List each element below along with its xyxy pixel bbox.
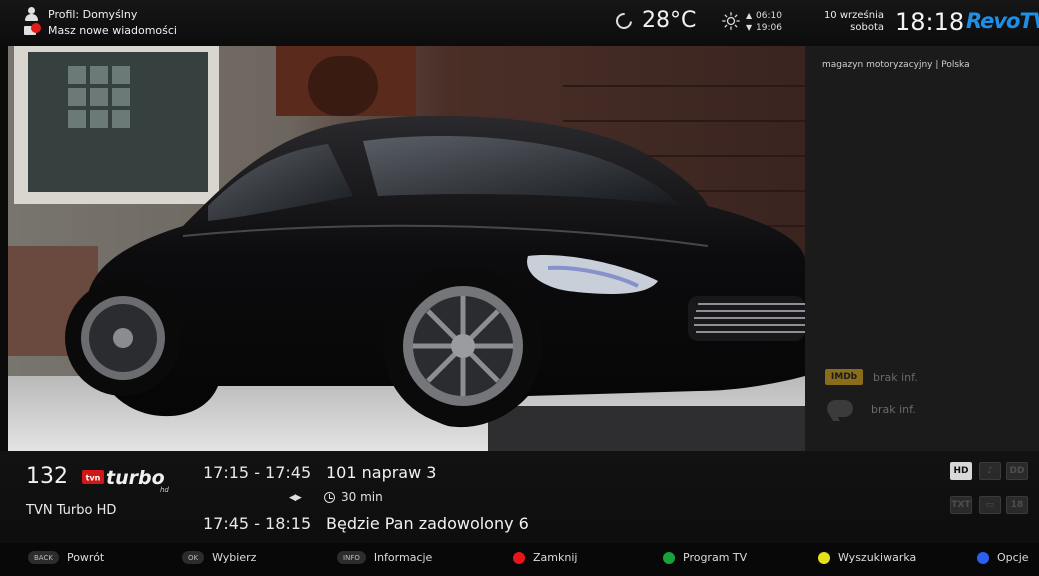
ok-key-hint[interactable]: OK Wybierz [182, 551, 256, 564]
blue-key-label: Opcje [997, 551, 1029, 564]
imdb-rating: IMDb brak inf. [825, 369, 918, 385]
logo-hd-text: hd [160, 486, 169, 493]
weather-widget: 28°C ▲ 06:10 ▼ 19:06 [612, 8, 782, 33]
sunrise-arrow-icon: ▲ [746, 11, 753, 20]
yellow-button-icon [818, 551, 830, 564]
ok-key-badge: OK [182, 551, 205, 564]
clock-icon [324, 491, 335, 503]
back-key-hint[interactable]: BACK Powrót [28, 551, 104, 564]
info-key-badge: INFO [337, 551, 366, 564]
profile-label: Profil: Domyślny [48, 7, 138, 21]
left-right-arrows-icon[interactable]: ◀▶ [289, 493, 302, 503]
messages-label[interactable]: Masz nowe wiadomości [48, 24, 177, 37]
reviews-rating: brak inf. [825, 398, 916, 421]
channel-number: 132 [26, 464, 68, 489]
program-duration: 30 min [324, 490, 383, 504]
teletext-flag-icon: TXT [950, 496, 972, 514]
date-display: 10 września sobota [818, 10, 884, 34]
ok-key-label: Wybierz [212, 551, 257, 564]
red-key-hint[interactable]: Zamknij [513, 551, 577, 564]
subtitles-flag-icon: ▭ [979, 496, 1001, 514]
blue-key-hint[interactable]: Opcje [977, 551, 1029, 564]
logo-tvn-text: tvn [86, 474, 101, 483]
imdb-logo-icon: IMDb [825, 369, 863, 385]
top-bar: Profil: Domyślny Masz nowe wiadomości 28… [0, 0, 1039, 46]
age-rating-flag-icon: 18 [1006, 496, 1028, 514]
info-key-label: Informacje [373, 551, 433, 564]
back-key-label: Powrót [66, 551, 105, 564]
video-preview[interactable] [8, 46, 805, 451]
info-key-hint[interactable]: INFO Informacje [337, 551, 432, 564]
brand-logo: RevoTV [966, 9, 1039, 33]
weekday-line: sobota [850, 22, 884, 33]
green-key-label: Program TV [683, 551, 748, 564]
next-program-time: 17:45 - 18:15 [203, 514, 312, 533]
imdb-value: brak inf. [873, 370, 918, 384]
green-key-hint[interactable]: Program TV [663, 551, 747, 564]
clock: 18:18 [895, 8, 965, 36]
date-line: 10 września [823, 10, 884, 21]
logo-turbo-text: turbo [106, 467, 165, 489]
current-program-time: 17:15 - 17:45 [203, 463, 312, 482]
dolby-flag-icon: DD [1006, 462, 1028, 480]
green-button-icon [663, 551, 675, 564]
red-key-label: Zamknij [533, 551, 578, 564]
yellow-key-label: Wyszukiwarka [838, 551, 917, 564]
channel-name: TVN Turbo HD [26, 503, 117, 518]
comment-bubble-icon [825, 398, 855, 421]
channel-logo: tvn turbo hd [82, 467, 169, 493]
moon-icon [612, 9, 636, 32]
message-icon [24, 23, 41, 37]
genre-country: magazyn motoryzacyjny | Polska [822, 60, 970, 70]
next-program-title[interactable]: Będzie Pan zadowolony 6 [326, 514, 529, 533]
red-button-icon [513, 551, 525, 564]
hd-flag-icon: HD [950, 462, 972, 480]
sunset-arrow-icon: ▼ [746, 23, 753, 32]
key-hints-bar: BACK Powrót OK Wybierz INFO Informacje Z… [0, 543, 1039, 576]
user-icon [24, 7, 40, 21]
blue-button-icon [977, 551, 989, 564]
yellow-key-hint[interactable]: Wyszukiwarka [818, 551, 916, 564]
program-info-panel: magazyn motoryzacyjny | Polska IMDb brak… [805, 46, 1039, 451]
temperature: 28°C [642, 8, 697, 33]
duration-value: 30 min [341, 490, 383, 504]
profile-status[interactable]: Profil: Domyślny Masz nowe wiadomości [24, 6, 177, 38]
current-program-title[interactable]: 101 napraw 3 [326, 463, 436, 482]
sun-icon [722, 12, 740, 30]
sun-times: ▲ 06:10 ▼ 19:06 [746, 10, 806, 34]
channel-info-bar: 132 tvn turbo hd TVN Turbo HD 17:15 - 17… [0, 451, 1039, 543]
back-key-badge: BACK [28, 551, 59, 564]
reviews-value: brak inf. [871, 402, 916, 416]
car-picture [8, 46, 805, 451]
sunrise-time: 06:10 [756, 11, 782, 21]
sunset-time: 19:06 [756, 23, 782, 33]
audio-flag-icon: ♪ [979, 462, 1001, 480]
